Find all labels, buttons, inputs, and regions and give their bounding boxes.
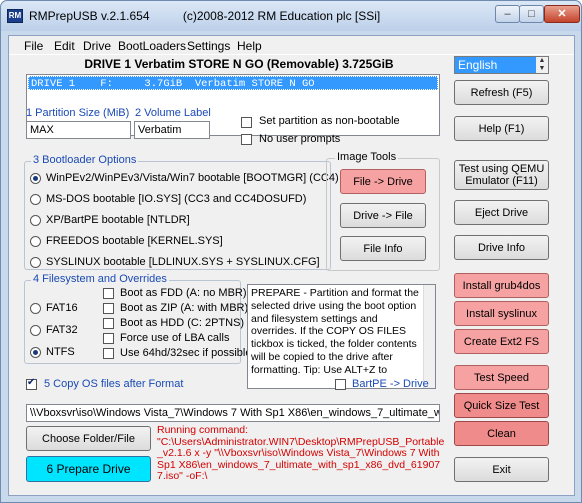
arrow-up-icon[interactable]: ▲ [536, 57, 548, 65]
override-checkbox-lba[interactable] [103, 333, 114, 344]
override-checkbox-zip[interactable] [103, 303, 114, 314]
filesystem-group-title: 4 Filesystem and Overrides [31, 273, 169, 285]
non-bootable-checkbox[interactable] [241, 117, 252, 128]
command-text: "C:\Users\Administrator.WIN7\Desktop\RMP… [157, 435, 445, 483]
qemu-test-button[interactable]: Test using QEMU Emulator (F11) [454, 160, 549, 190]
menu-settings[interactable]: Settings [187, 39, 230, 53]
bootloader-group-title: 3 Bootloader Options [31, 154, 139, 166]
language-value: English [458, 58, 498, 72]
test-speed-button[interactable]: Test Speed [454, 365, 549, 390]
arrow-down-icon[interactable]: ▼ [536, 65, 548, 73]
source-path-input[interactable]: \\Vboxsvr\iso\Windows Vista_7\Windows 7 … [26, 404, 440, 422]
copy-os-checkbox[interactable] [26, 377, 37, 390]
override-label-fdd: Boot as FDD (A: no MBR) [120, 287, 247, 299]
file-to-drive-button[interactable]: File -> Drive [340, 169, 426, 194]
drive-list-item[interactable]: DRIVE 1 F: 3.7GiB Verbatim STORE N GO [28, 76, 438, 90]
bootloader-group: 3 Bootloader Options WinPEv2/WinPEv3/Vis… [24, 154, 339, 270]
bootloader-radio-syslinux[interactable] [30, 257, 41, 268]
menu-drive[interactable]: Drive [83, 39, 111, 53]
no-prompts-checkbox[interactable] [241, 134, 252, 145]
create-ext2-button[interactable]: Create Ext2 FS [454, 329, 549, 354]
override-label-zip: Boot as ZIP (A: with MBR) [120, 302, 249, 314]
menu-edit[interactable]: Edit [54, 39, 75, 53]
image-tools-title: Image Tools [335, 151, 399, 163]
rm-app-icon: RM [7, 9, 23, 23]
fs-radio-fat16[interactable] [30, 303, 41, 314]
partition-size-label: 1 Partition Size (MiB) [26, 107, 130, 119]
minimize-button[interactable]: – [495, 5, 520, 23]
drive-header: DRIVE 1 Verbatim STORE N GO (Removable) … [84, 57, 394, 71]
menu-bar: File Edit Drive BootLoaders Settings Hel… [9, 36, 574, 55]
no-prompts-label: No user prompts [259, 133, 341, 145]
command-heading: Running command: [157, 424, 249, 436]
file-info-button[interactable]: File Info [340, 236, 426, 261]
language-select[interactable]: English ▲ ▼ [454, 56, 549, 74]
fs-radio-ntfs[interactable] [30, 347, 41, 358]
override-checkbox-hdd[interactable] [103, 318, 114, 329]
bootloader-label-freedos: FREEDOS bootable [KERNEL.SYS] [46, 235, 223, 247]
menu-file[interactable]: File [24, 39, 43, 53]
window-title: RMPrepUSB v.2.1.654 (c)2008-2012 RM Educ… [29, 9, 381, 23]
override-label-64hd: Use 64hd/32sec if possible [120, 347, 252, 359]
bootloader-label-ntldr: XP/BartPE bootable [NTLDR] [46, 214, 190, 226]
filesystem-group: 4 Filesystem and Overrides FAT16 FAT32 N… [24, 273, 251, 364]
override-checkbox-64hd[interactable] [103, 348, 114, 359]
bootloader-radio-winpe[interactable] [30, 173, 41, 184]
main-panel: File Edit Drive BootLoaders Settings Hel… [8, 35, 575, 496]
exit-button[interactable]: Exit [454, 457, 549, 482]
override-checkbox-fdd[interactable] [103, 288, 114, 299]
fs-label-fat32: FAT32 [46, 324, 78, 336]
eject-drive-button[interactable]: Eject Drive [454, 200, 549, 225]
quick-size-test-button[interactable]: Quick Size Test [454, 393, 549, 418]
maximize-button[interactable]: □ [519, 5, 544, 23]
install-syslinux-button[interactable]: Install syslinux [454, 301, 549, 326]
menu-help[interactable]: Help [237, 39, 262, 53]
bartpe-label: BartPE -> Drive [352, 378, 429, 390]
bootloader-radio-msdos[interactable] [30, 194, 41, 205]
help-button[interactable]: Help (F1) [454, 116, 549, 141]
partition-size-input[interactable]: MAX [26, 121, 131, 139]
non-bootable-label: Set partition as non-bootable [259, 115, 400, 127]
language-spinner[interactable]: ▲ ▼ [536, 57, 548, 73]
bootloader-radio-freedos[interactable] [30, 236, 41, 247]
fs-label-ntfs: NTFS [46, 346, 75, 358]
command-output: Running command: "C:\Users\Administrator… [157, 424, 447, 483]
clean-button[interactable]: Clean [454, 421, 549, 446]
prepare-drive-button[interactable]: 6 Prepare Drive [26, 456, 151, 482]
title-bar[interactable]: RM RMPrepUSB v.2.1.654 (c)2008-2012 RM E… [1, 1, 581, 31]
refresh-button[interactable]: Refresh (F5) [454, 80, 549, 105]
menu-bootloaders[interactable]: BootLoaders [118, 39, 186, 53]
copy-os-label: 5 Copy OS files after Format [44, 378, 184, 390]
bootloader-label-winpe: WinPEv2/WinPEv3/Vista/Win7 bootable [BOO… [46, 172, 339, 184]
info-textbox[interactable]: PREPARE - Partition and format the selec… [247, 284, 436, 389]
install-grub4dos-button[interactable]: Install grub4dos [454, 273, 549, 298]
fs-label-fat16: FAT16 [46, 302, 78, 314]
volume-label-label: 2 Volume Label [135, 107, 211, 119]
fs-radio-fat32[interactable] [30, 325, 41, 336]
bartpe-checkbox[interactable] [335, 379, 346, 390]
drive-info-button[interactable]: Drive Info [454, 235, 549, 260]
bootloader-label-syslinux: SYSLINUX bootable [LDLINUX.SYS + SYSLINU… [46, 256, 320, 268]
override-label-hdd: Boot as HDD (C: 2PTNS) [120, 317, 245, 329]
close-button[interactable]: ✕ [544, 5, 580, 23]
volume-label-input[interactable]: Verbatim [134, 121, 210, 139]
choose-folder-button[interactable]: Choose Folder/File [26, 426, 151, 451]
info-scrollbar[interactable] [423, 285, 435, 388]
app-window: RM RMPrepUSB v.2.1.654 (c)2008-2012 RM E… [0, 0, 582, 503]
info-text: PREPARE - Partition and format the selec… [251, 287, 419, 376]
drive-to-file-button[interactable]: Drive -> File [340, 203, 426, 228]
bootloader-radio-ntldr[interactable] [30, 215, 41, 226]
bootloader-label-msdos: MS-DOS bootable [IO.SYS] (CC3 and CC4DOS… [46, 193, 307, 205]
override-label-lba: Force use of LBA calls [120, 332, 230, 344]
